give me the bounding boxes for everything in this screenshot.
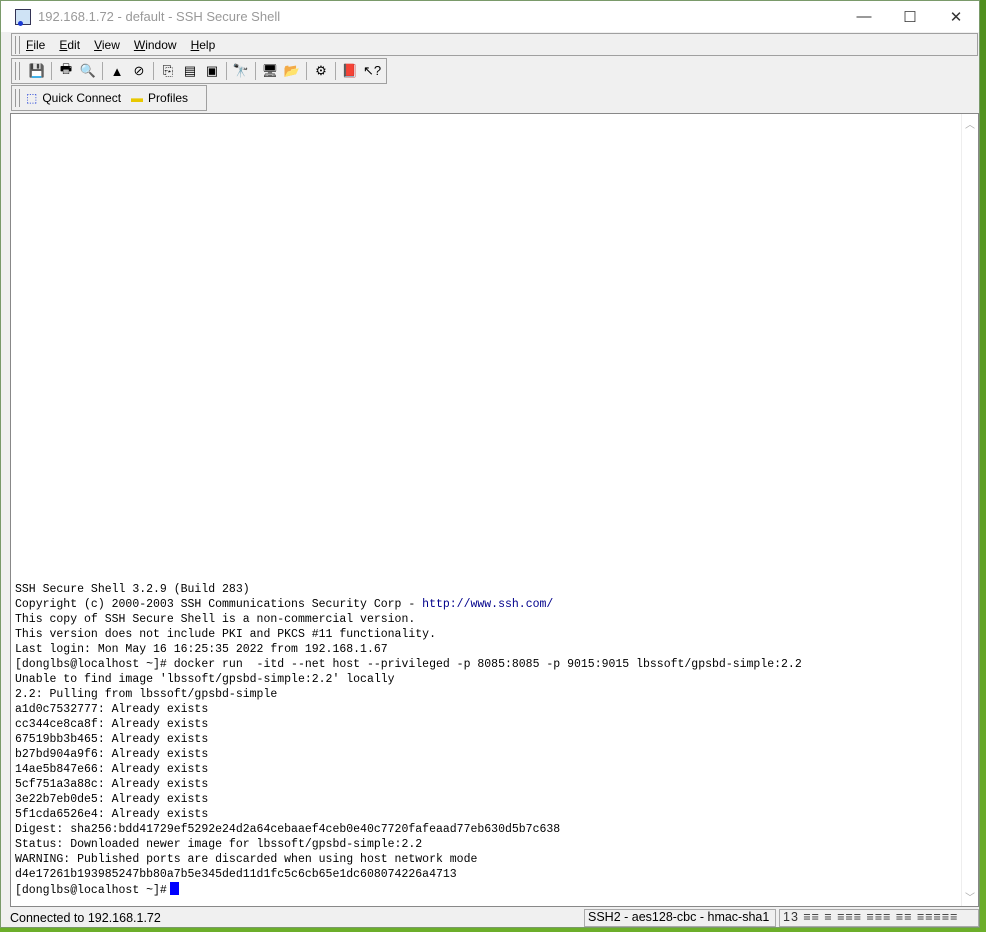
quick-connect-icon: ⬚ xyxy=(26,91,38,105)
app-icon[interactable] xyxy=(15,8,31,26)
new-file-transfer-icon[interactable]: 📂 xyxy=(282,61,302,81)
terminal-line: This version does not include PKI and PK… xyxy=(15,628,436,641)
terminal-line: SSH Secure Shell 3.2.9 (Build 283) xyxy=(15,583,250,596)
terminal-line: d4e17261b193985247bb80a7b5e345ded11d1fc5… xyxy=(15,868,457,881)
new-terminal-icon[interactable]: 🖥 xyxy=(260,61,280,81)
prompt-line: [donglbs@localhost ~]# xyxy=(15,882,802,898)
quick-connect-label: Quick Connect xyxy=(42,91,122,105)
save-icon[interactable]: 💾 xyxy=(27,61,47,81)
help-book-icon[interactable]: 📕 xyxy=(340,61,360,81)
print-preview-icon[interactable]: 🔍 xyxy=(78,61,98,81)
terminal-line: Digest: sha256:bdd41729ef5292e24d2a64ceb… xyxy=(15,823,561,836)
terminal-output: SSH Secure Shell 3.2.9 (Build 283) Copyri… xyxy=(15,582,802,898)
paste-special-icon[interactable]: ▣ xyxy=(202,61,222,81)
terminal-line: [donglbs@localhost ~]# docker run -itd -… xyxy=(15,658,802,671)
terminal-line: 2.2: Pulling from lbssoft/gpsbd-simple xyxy=(15,688,278,701)
terminal-line: Status: Downloaded newer image for lbsso… xyxy=(15,838,423,851)
folder-icon: ▬ xyxy=(131,91,144,105)
minimize-button[interactable]: — xyxy=(841,8,887,26)
terminal-line: This copy of SSH Secure Shell is a non-c… xyxy=(15,613,416,626)
window-title: 192.168.1.72 - default - SSH Secure Shel… xyxy=(38,9,281,24)
terminal-line: 3e22b7eb0de5: Already exists xyxy=(15,793,209,806)
copy-icon[interactable]: ⎘ xyxy=(158,61,178,81)
toolbar-separator xyxy=(306,62,307,80)
menu-help[interactable]: Help xyxy=(191,38,216,52)
menu-file[interactable]: File xyxy=(26,38,45,52)
connect-icon[interactable]: ▲ xyxy=(107,61,127,81)
prompt: [donglbs@localhost ~]# xyxy=(15,884,167,897)
menu-grip[interactable] xyxy=(15,35,20,54)
connection-status: Connected to 192.168.1.72 xyxy=(10,911,161,925)
terminal-line: Last login: Mon May 16 16:25:35 2022 fro… xyxy=(15,643,388,656)
toolbar-separator xyxy=(335,62,336,80)
scroll-up-icon[interactable]: ︿ xyxy=(965,116,975,131)
maximize-button[interactable]: ☐ xyxy=(887,8,933,26)
title-bar: 192.168.1.72 - default - SSH Secure Shel… xyxy=(1,1,979,32)
find-icon[interactable]: 🔭 xyxy=(231,61,251,81)
terminal-line: 67519bb3b465: Already exists xyxy=(15,733,209,746)
toolbar-grip[interactable] xyxy=(15,62,20,80)
qc-grip[interactable] xyxy=(15,89,20,107)
terminal-line: WARNING: Published ports are discarded w… xyxy=(15,853,478,866)
toolbar-separator xyxy=(51,62,52,80)
terminal-line: Unable to find image 'lbssoft/gpsbd-simp… xyxy=(15,673,395,686)
menu-edit[interactable]: Edit xyxy=(59,38,80,52)
terminal[interactable]: SSH Secure Shell 3.2.9 (Build 283) Copyri… xyxy=(10,113,979,907)
close-button[interactable]: ✕ xyxy=(933,8,979,26)
terminal-line: 5f1cda6526e4: Already exists xyxy=(15,808,209,821)
terminal-line: b27bd904a9f6: Already exists xyxy=(15,748,209,761)
ssh-window: 192.168.1.72 - default - SSH Secure Shel… xyxy=(0,0,980,928)
quick-connect-bar: ⬚ Quick Connect ▬ Profiles xyxy=(11,85,207,111)
scroll-down-icon[interactable]: ﹀ xyxy=(965,889,975,904)
text-cursor xyxy=(169,882,179,895)
context-help-icon[interactable]: ↖? xyxy=(362,61,382,81)
terminal-size-status: 13 ≡≡ ≡ ≡≡≡ ≡≡≡ ≡≡ ≡≡≡≡≡ ≡≡≡ xyxy=(779,909,979,927)
toolbar-separator xyxy=(255,62,256,80)
toolbar-separator xyxy=(226,62,227,80)
terminal-line: a1d0c7532777: Already exists xyxy=(15,703,209,716)
paste-icon[interactable]: ▤ xyxy=(180,61,200,81)
terminal-line: 5cf751a3a88c: Already exists xyxy=(15,778,209,791)
cipher-status: SSH2 - aes128-cbc - hmac-sha1 xyxy=(584,909,776,927)
menu-bar: File Edit View Window Help xyxy=(11,33,978,56)
menu-view[interactable]: View xyxy=(94,38,120,52)
ssh-link[interactable]: http://www.ssh.com/ xyxy=(422,598,553,611)
toolbar-separator xyxy=(102,62,103,80)
toolbar: 💾 🖶 🔍 ▲ ⊘ ⎘ ▤ ▣ 🔭 🖥 📂 ⚙ 📕 ↖? xyxy=(11,58,387,84)
quick-connect-button[interactable]: ⬚ Quick Connect xyxy=(26,91,121,105)
status-bar: Connected to 192.168.1.72 SSH2 - aes128-… xyxy=(1,908,979,928)
vertical-scrollbar[interactable]: ︿ ﹀ xyxy=(961,114,978,906)
menu-window[interactable]: Window xyxy=(134,38,177,52)
profiles-button[interactable]: ▬ Profiles xyxy=(131,91,188,105)
terminal-line: 14ae5b847e66: Already exists xyxy=(15,763,209,776)
disconnect-icon[interactable]: ⊘ xyxy=(129,61,149,81)
profiles-label: Profiles xyxy=(148,91,189,105)
terminal-line: cc344ce8ca8f: Already exists xyxy=(15,718,209,731)
print-icon[interactable]: 🖶 xyxy=(56,61,76,81)
terminal-line: Copyright (c) 2000-2003 SSH Communicatio… xyxy=(15,598,554,611)
toolbar-separator xyxy=(153,62,154,80)
settings-icon[interactable]: ⚙ xyxy=(311,61,331,81)
